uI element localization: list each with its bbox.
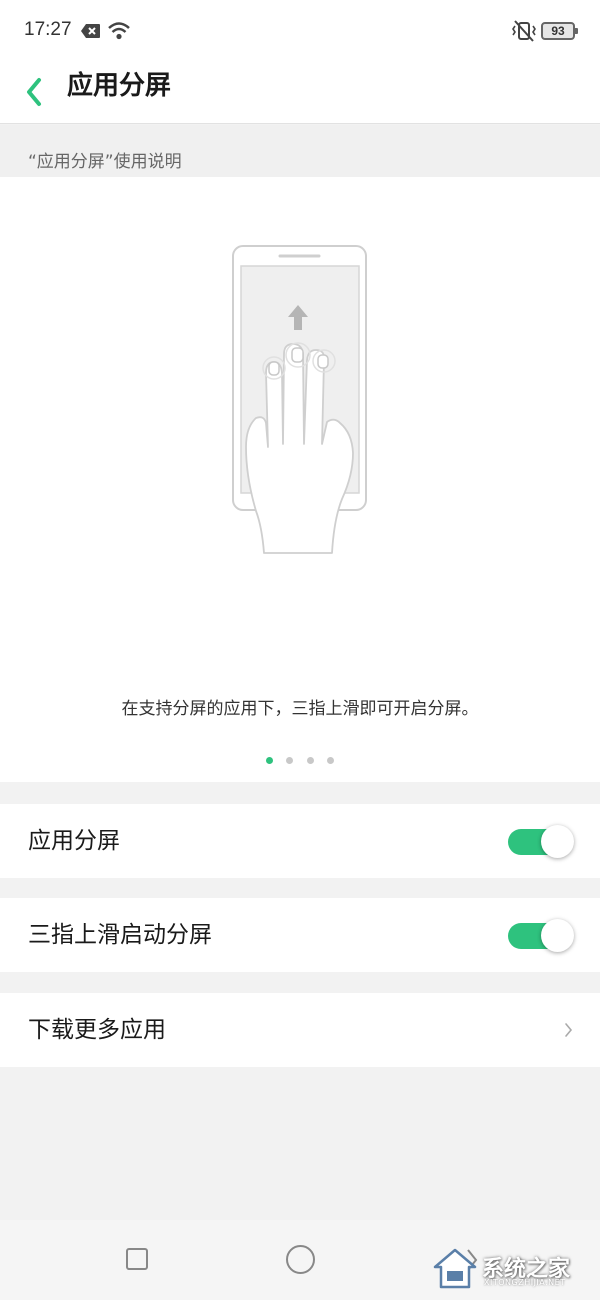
setting-label: 三指上滑启动分屏 — [28, 922, 212, 948]
page-title: 应用分屏 — [67, 71, 172, 101]
page-dot[interactable] — [286, 757, 293, 764]
recent-apps-icon[interactable] — [126, 1248, 148, 1270]
watermark-logo-icon — [433, 1248, 477, 1289]
watermark: 系统之家 XITONGZHIJIA.NET — [432, 1244, 594, 1294]
page-dot[interactable] — [327, 757, 334, 764]
chevron-right-icon — [565, 1023, 573, 1037]
battery-icon: 93 — [541, 22, 578, 40]
app-bar: 应用分屏 — [0, 62, 600, 124]
intro-carousel[interactable]: 在支持分屏的应用下，三指上滑即可开启分屏。 — [0, 177, 600, 782]
instruction-text: 在支持分屏的应用下，三指上滑即可开启分屏。 — [121, 699, 479, 719]
setting-row-download-more-apps[interactable]: 下载更多应用 — [0, 993, 600, 1067]
x-notification-icon — [81, 24, 100, 38]
setting-label: 应用分屏 — [28, 828, 120, 854]
home-icon[interactable] — [286, 1245, 315, 1274]
setting-row-three-finger-swipe[interactable]: 三指上滑启动分屏 — [0, 898, 600, 972]
status-time: 17:27 — [24, 19, 72, 40]
app-split-screen-toggle[interactable] — [508, 825, 574, 858]
back-chevron-icon[interactable] — [20, 72, 54, 112]
status-bar: 17:27 93 — [0, 0, 600, 62]
page-dot[interactable] — [307, 757, 314, 764]
setting-row-app-split-screen[interactable]: 应用分屏 — [0, 804, 600, 878]
three-finger-swipe-illustration — [232, 245, 367, 554]
watermark-url: XITONGZHIJIA.NET — [484, 1278, 566, 1287]
section-title: “应用分屏”使用说明 — [28, 152, 182, 172]
toggle-knob — [541, 919, 574, 952]
toggle-knob — [541, 825, 574, 858]
page-indicator[interactable] — [266, 757, 346, 765]
section-header: “应用分屏”使用说明 — [0, 125, 600, 177]
setting-label: 下载更多应用 — [28, 1017, 166, 1043]
vibrate-icon — [512, 20, 536, 42]
battery-level: 93 — [551, 24, 565, 38]
page-dot-active[interactable] — [266, 757, 273, 764]
three-finger-swipe-toggle[interactable] — [508, 919, 574, 952]
wifi-icon — [108, 22, 130, 40]
